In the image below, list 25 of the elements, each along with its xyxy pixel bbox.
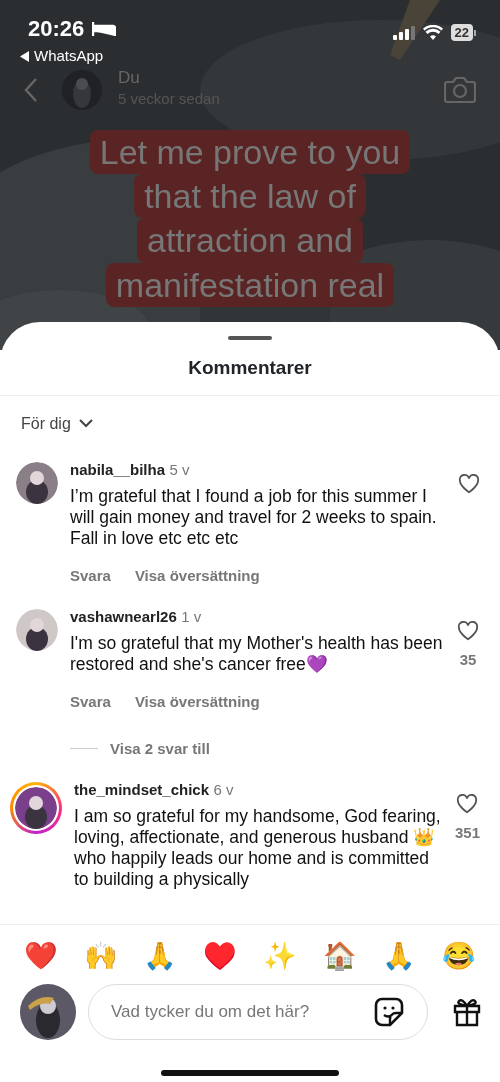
back-to-app-link[interactable]: WhatsApp bbox=[34, 45, 104, 68]
comment-age: 6 v bbox=[213, 781, 234, 798]
username[interactable]: the_mindset_chick bbox=[74, 781, 210, 798]
translate-button[interactable]: Visa översättning bbox=[134, 564, 260, 587]
comment-text: I'm so grateful that my Mother's health has been restored and she's cancer free💜 bbox=[70, 633, 444, 675]
comment-text: I am so grateful for my handsome, God fearing, loving, affectionate, and generous husband 👑 who happily leads our home and is committed to building a physically bbox=[74, 806, 442, 890]
emoji-button[interactable]: ❤ bbox=[24, 942, 58, 970]
comment-text: I’m grateful that I found a job for this summer I will gain money and travel for 2 weeks to spain. Fall in love etc etc etc bbox=[70, 485, 438, 549]
comment-age: 5 v bbox=[169, 461, 190, 478]
emoji-button[interactable]: 🏠 bbox=[322, 942, 357, 970]
author-name: Du bbox=[118, 69, 141, 89]
emoji-button[interactable]: ♥ bbox=[203, 942, 238, 970]
like-count: 351 bbox=[454, 823, 480, 843]
status-time: 20:26 bbox=[28, 15, 85, 43]
reply-button[interactable]: Svara bbox=[70, 564, 111, 587]
username[interactable]: nabila__bilha bbox=[70, 461, 166, 478]
like-count: 35 bbox=[459, 650, 477, 670]
username[interactable]: vashawnearl26 bbox=[70, 608, 177, 625]
sort-dropdown[interactable]: För dig bbox=[21, 411, 93, 436]
sheet-title: Kommentarer bbox=[187, 356, 313, 380]
comment-age: 1 v bbox=[181, 608, 202, 625]
comment-input[interactable]: Vad tycker du om det här? bbox=[88, 983, 428, 1040]
view-replies-button[interactable]: Visa 2 svar till bbox=[110, 737, 210, 760]
reply-button[interactable]: Svara bbox=[70, 691, 111, 714]
translate-button[interactable]: Visa översättning bbox=[134, 691, 260, 714]
